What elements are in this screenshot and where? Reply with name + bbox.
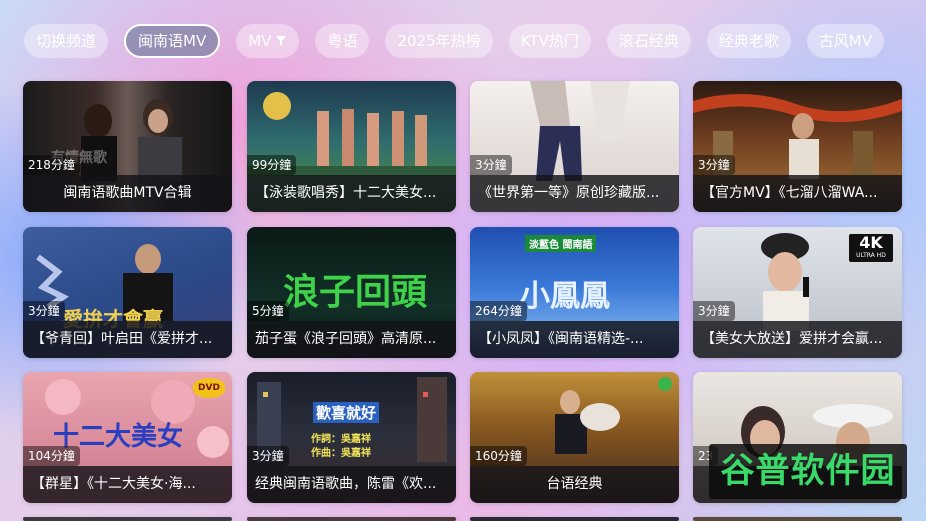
- chip-2025-hot[interactable]: 2025年热榜: [385, 24, 493, 58]
- chip-minnan-mv[interactable]: 闽南语MV: [124, 24, 221, 58]
- duration-badge: 3分鐘: [693, 155, 735, 175]
- duration-badge: 104分鐘: [23, 446, 80, 466]
- thumbnail-lyricist-text: 作詞：吳嘉祥: [311, 434, 371, 445]
- chip-ktv-hot[interactable]: KTV热门: [508, 24, 591, 58]
- thumbnail-overlay-subtitle: 淡藍色 閩南語: [525, 235, 597, 252]
- chip-label: 滚石经典: [618, 32, 679, 50]
- watermark-text: 谷普软件园: [720, 451, 896, 491]
- video-title: 台语经典: [470, 466, 679, 503]
- thumbnail-overlay-text: 小鳳鳳: [520, 279, 610, 314]
- duration-badge: 3分鐘: [23, 301, 65, 321]
- video-card[interactable]: 歡喜就好 作詞：吳嘉祥 作曲：吳嘉祥 3分鐘 经典闽南语歌曲，陈雷《欢...: [247, 372, 456, 503]
- video-card[interactable]: 淡藍色 閩南語 小鳳鳳 264分鐘 【小凤凤】《闽南语精选-...: [470, 227, 679, 358]
- chip-label: KTV热门: [520, 32, 579, 50]
- video-card[interactable]: 3分鐘 《世界第一等》原创珍藏版...: [470, 81, 679, 212]
- chip-switch-channel[interactable]: 切换频道: [24, 24, 109, 58]
- thumbnail-composer-text: 作曲：吳嘉祥: [311, 448, 371, 459]
- duration-badge: 5分鐘: [247, 301, 289, 321]
- chip-label: 古风MV: [818, 32, 872, 50]
- chip-label: 切换频道: [36, 32, 97, 50]
- chip-label: 经典老歌: [718, 32, 779, 50]
- video-title: 【泳装歌唱秀】十二大美女...: [247, 175, 456, 212]
- video-title: 经典闽南语歌曲，陈雷《欢...: [247, 466, 456, 503]
- chip-label: 闽南语MV: [138, 32, 207, 50]
- duration-badge: 3分鐘: [693, 301, 735, 321]
- video-card-partial[interactable]: [693, 517, 902, 521]
- channel-filter-bar: 切换频道 闽南语MV MV 粤语 2025年热榜 KTV热门 滚石经典 经典老歌…: [24, 24, 884, 58]
- video-thumbnail: [23, 517, 232, 521]
- video-card[interactable]: DVD 十二大美女 104分鐘 【群星】《十二大美女·海...: [23, 372, 232, 503]
- video-card[interactable]: 有情無歌 218分鐘 闽南语歌曲MTV合辑: [23, 81, 232, 212]
- video-card-partial[interactable]: [247, 517, 456, 521]
- chip-mv-filter[interactable]: MV: [236, 24, 300, 58]
- 4k-badge: 4K ULTRA HD: [848, 233, 894, 263]
- chip-guofeng-mv[interactable]: 古风MV: [806, 24, 884, 58]
- video-title: 《世界第一等》原创珍藏版...: [470, 175, 679, 212]
- chip-label: 粤语: [327, 32, 358, 50]
- video-title: 茄子蛋《浪子回頭》高清原...: [247, 321, 456, 358]
- video-thumbnail: [247, 517, 456, 521]
- chip-rock-records[interactable]: 滚石经典: [606, 24, 691, 58]
- video-title: 闽南语歌曲MTV合辑: [23, 175, 232, 212]
- video-title: 【爷青回】叶启田《爱拼才...: [23, 321, 232, 358]
- chip-cantonese[interactable]: 粤语: [315, 24, 370, 58]
- video-thumbnail: [470, 517, 679, 521]
- video-thumbnail: [693, 517, 902, 521]
- thumbnail-overlay-text: 浪子回頭: [283, 271, 428, 313]
- video-card[interactable]: 3分鐘 【官方MV】《七溜八溜WA...: [693, 81, 902, 212]
- video-title: 【官方MV】《七溜八溜WA...: [693, 175, 902, 212]
- chip-label: 2025年热榜: [397, 32, 481, 50]
- duration-badge: 3分鐘: [470, 155, 512, 175]
- badge-label: 4K: [859, 233, 883, 252]
- dvd-badge: DVD: [193, 378, 225, 398]
- video-title: 【群星】《十二大美女·海...: [23, 466, 232, 503]
- video-card[interactable]: 160分鐘 台语经典: [470, 372, 679, 503]
- chip-label: MV: [248, 32, 272, 50]
- video-title: 【小凤凤】《闽南语精选-...: [470, 321, 679, 358]
- duration-badge: 264分鐘: [470, 301, 527, 321]
- duration-badge: 160分鐘: [470, 446, 527, 466]
- video-card[interactable]: 浪子回頭 5分鐘 茄子蛋《浪子回頭》高清原...: [247, 227, 456, 358]
- video-card[interactable]: 99分鐘 【泳装歌唱秀】十二大美女...: [247, 81, 456, 212]
- duration-badge: 99分鐘: [247, 155, 297, 175]
- video-card-partial[interactable]: [470, 517, 679, 521]
- watermark-logo: 谷普软件园: [709, 444, 907, 499]
- filter-icon: [276, 36, 287, 46]
- duration-badge: 218分鐘: [23, 155, 80, 175]
- thumbnail-overlay-text: 歡喜就好: [313, 402, 380, 423]
- duration-badge: 3分鐘: [247, 446, 289, 466]
- video-title: 【美女大放送】爱拼才会赢...: [693, 321, 902, 358]
- video-card[interactable]: 愛拚才會赢 3分鐘 【爷青回】叶启田《爱拼才...: [23, 227, 232, 358]
- chip-classic-oldies[interactable]: 经典老歌: [706, 24, 791, 58]
- badge-sub-label: ULTRA HD: [856, 252, 886, 259]
- video-card-partial[interactable]: [23, 517, 232, 521]
- video-card[interactable]: 4K ULTRA HD 3分鐘 【美女大放送】爱拼才会赢...: [693, 227, 902, 358]
